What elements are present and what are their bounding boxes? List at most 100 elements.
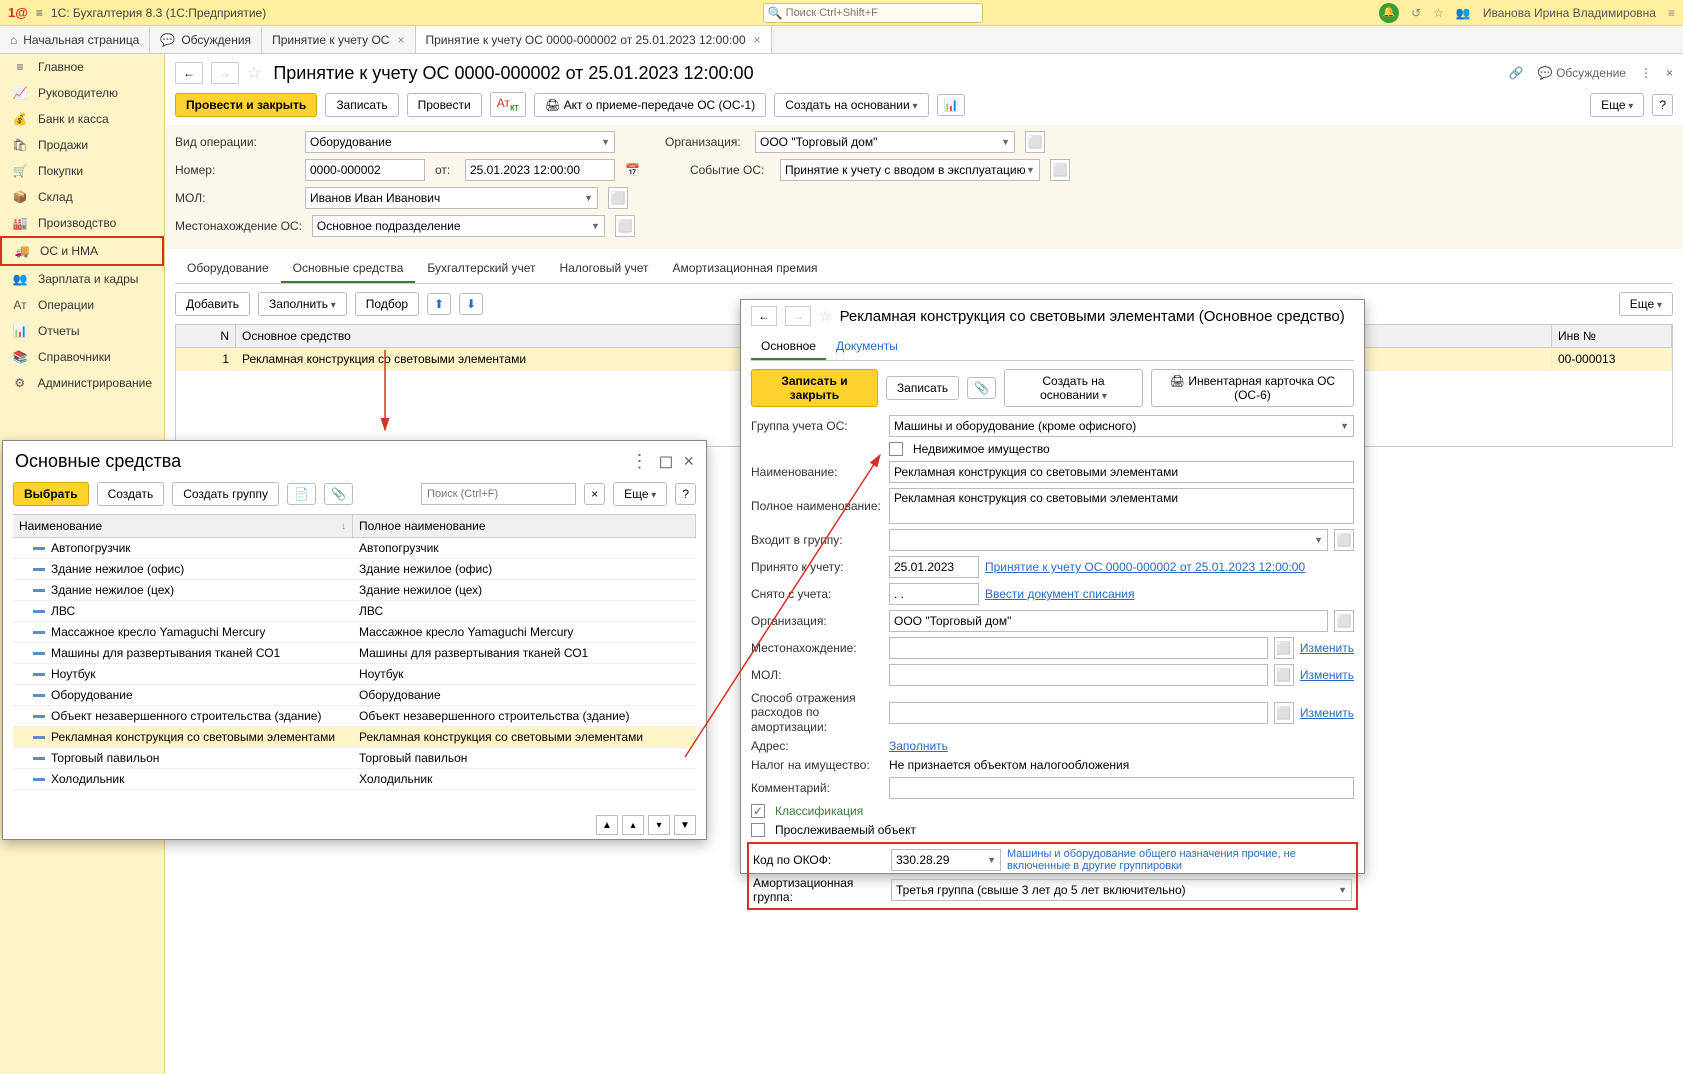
col-header-n[interactable]: N: [176, 325, 236, 347]
save-button[interactable]: Записать: [886, 376, 959, 400]
card-location-input[interactable]: [889, 637, 1268, 659]
in-group-combo[interactable]: ▼: [889, 529, 1328, 551]
sidebar-item-1[interactable]: 📈Руководителю: [0, 80, 164, 106]
sidebar-item-7[interactable]: 🚚ОС и НМА: [0, 236, 164, 266]
first-button[interactable]: ▲: [596, 815, 618, 835]
card-org-input[interactable]: ООО "Торговый дом": [889, 610, 1328, 632]
link-icon[interactable]: 🔗: [1509, 66, 1524, 80]
fill-button[interactable]: Заполнить: [258, 292, 347, 316]
more-icon[interactable]: ⋮: [631, 451, 649, 472]
number-input[interactable]: 0000-000002: [305, 159, 425, 181]
list-item[interactable]: АвтопогрузчикАвтопогрузчик: [13, 538, 696, 559]
list-item[interactable]: ХолодильникХолодильник: [13, 769, 696, 790]
sidebar-item-8[interactable]: 👥Зарплата и кадры: [0, 266, 164, 292]
inner-tab-2[interactable]: Бухгалтерский учет: [415, 255, 547, 283]
trackable-checkbox[interactable]: [751, 823, 765, 837]
location-open-button[interactable]: ⬜: [615, 215, 635, 237]
create-based-button[interactable]: Создать на основании: [1004, 369, 1143, 407]
fullname-input[interactable]: Рекламная конструкция со световыми элеме…: [889, 488, 1354, 524]
org-combo[interactable]: ООО "Торговый дом"▼: [755, 131, 1015, 153]
tab-main[interactable]: Основное: [751, 334, 826, 360]
clear-search-button[interactable]: ×: [584, 483, 605, 505]
list-item[interactable]: ЛВСЛВС: [13, 601, 696, 622]
amort-group-combo[interactable]: Третья группа (свыше 3 лет до 5 лет вклю…: [891, 879, 1352, 901]
sidebar-item-11[interactable]: 📚Справочники: [0, 344, 164, 370]
attach-button[interactable]: 📎: [967, 377, 996, 399]
post-button[interactable]: Провести: [407, 93, 482, 117]
col-header-inv[interactable]: Инв №: [1552, 325, 1672, 347]
more-button[interactable]: Еще: [1619, 292, 1673, 316]
inner-tab-3[interactable]: Налоговый учет: [548, 255, 661, 283]
event-combo[interactable]: Принятие к учету с вводом в эксплуатацию…: [780, 159, 1040, 181]
sidebar-item-2[interactable]: 💰Банк и касса: [0, 106, 164, 132]
up-button[interactable]: ▴: [622, 815, 644, 835]
list-item[interactable]: Массажное кресло Yamaguchi MercuryМассаж…: [13, 622, 696, 643]
org-open-button[interactable]: ⬜: [1025, 131, 1045, 153]
help-button[interactable]: ?: [1652, 94, 1673, 116]
bell-icon[interactable]: 🔔: [1379, 3, 1399, 23]
close-icon[interactable]: ×: [754, 33, 761, 47]
post-close-button[interactable]: Провести и закрыть: [175, 93, 317, 117]
mol-open-button[interactable]: ⬜: [608, 187, 628, 209]
location-change-link[interactable]: Изменить: [1300, 641, 1354, 655]
mol-combo[interactable]: Иванов Иван Иванович▼: [305, 187, 598, 209]
pick-button[interactable]: Подбор: [355, 292, 419, 316]
history-icon[interactable]: ↺: [1411, 6, 1421, 20]
sidebar-item-4[interactable]: 🛒Покупки: [0, 158, 164, 184]
back-button[interactable]: ←: [751, 306, 777, 326]
list-item[interactable]: Торговый павильонТорговый павильон: [13, 748, 696, 769]
sidebar-item-3[interactable]: 🛍Продажи: [0, 132, 164, 158]
create-group-button[interactable]: Создать группу: [172, 482, 279, 506]
in-group-open-button[interactable]: ⬜: [1334, 529, 1354, 551]
list-item[interactable]: Рекламная конструкция со световыми элеме…: [13, 727, 696, 748]
close-icon[interactable]: ×: [683, 451, 694, 472]
date-input[interactable]: 25.01.2023 12:00:00: [465, 159, 615, 181]
close-icon[interactable]: ×: [397, 33, 404, 47]
amort-method-open-button[interactable]: ⬜: [1274, 702, 1294, 724]
menu-icon[interactable]: ≡: [36, 6, 43, 20]
dialog-search-input[interactable]: [421, 483, 576, 505]
writeoff-link[interactable]: Ввести документ списания: [985, 587, 1134, 601]
sidebar-item-10[interactable]: 📊Отчеты: [0, 318, 164, 344]
select-button[interactable]: Выбрать: [13, 482, 89, 506]
favorite-icon[interactable]: ☆: [819, 308, 832, 325]
inner-tab-0[interactable]: Оборудование: [175, 255, 281, 283]
inner-tab-4[interactable]: Амортизационная премия: [661, 255, 830, 283]
list-item[interactable]: НоутбукНоутбук: [13, 664, 696, 685]
removed-date-input[interactable]: . .: [889, 583, 979, 605]
location-combo[interactable]: Основное подразделение▼: [312, 215, 605, 237]
discuss-link[interactable]: 💬 Обсуждение: [1538, 66, 1626, 80]
settings-icon[interactable]: ≡: [1668, 6, 1675, 20]
attach-button[interactable]: 📎: [324, 483, 353, 505]
amort-method-input[interactable]: [889, 702, 1268, 724]
tab-os-doc[interactable]: Принятие к учету ОС 0000-000002 от 25.01…: [416, 26, 772, 53]
move-down-button[interactable]: ⬇: [459, 293, 483, 315]
col-header-full[interactable]: Полное наименование: [353, 515, 696, 537]
tab-documents[interactable]: Документы: [826, 334, 908, 360]
address-fill-link[interactable]: Заполнить: [889, 739, 948, 753]
accepted-doc-link[interactable]: Принятие к учету ОС 0000-000002 от 25.01…: [985, 560, 1305, 574]
tab-os-list[interactable]: Принятие к учету ОС×: [262, 26, 415, 53]
close-icon[interactable]: ×: [1666, 66, 1673, 80]
event-open-button[interactable]: ⬜: [1050, 159, 1070, 181]
calendar-icon[interactable]: 📅: [625, 163, 640, 177]
okof-combo[interactable]: 330.28.29▼: [891, 849, 1001, 871]
col-header-name[interactable]: Наименование↓: [13, 515, 353, 537]
save-button[interactable]: Записать: [325, 93, 398, 117]
star-icon[interactable]: ☆: [1433, 6, 1444, 20]
find-by-number-button[interactable]: 📄: [287, 483, 316, 505]
maximize-icon[interactable]: ◻: [659, 451, 674, 472]
sidebar-item-5[interactable]: 📦Склад: [0, 184, 164, 210]
sidebar-item-12[interactable]: ⚙Администрирование: [0, 370, 164, 396]
create-button[interactable]: Создать: [97, 482, 165, 506]
save-close-button[interactable]: Записать и закрыть: [751, 369, 878, 407]
create-based-button[interactable]: Создать на основании: [774, 93, 928, 117]
list-item[interactable]: Машины для развертывания тканей СО1Машин…: [13, 643, 696, 664]
list-item[interactable]: Здание нежилое (цех)Здание нежилое (цех): [13, 580, 696, 601]
list-item[interactable]: Здание нежилое (офис)Здание нежилое (офи…: [13, 559, 696, 580]
user-name[interactable]: Иванова Ирина Владимировна: [1483, 6, 1656, 20]
down-button[interactable]: ▾: [648, 815, 670, 835]
more-icon[interactable]: ⋮: [1640, 66, 1652, 80]
add-button[interactable]: Добавить: [175, 292, 250, 316]
favorite-icon[interactable]: ☆: [247, 63, 261, 83]
